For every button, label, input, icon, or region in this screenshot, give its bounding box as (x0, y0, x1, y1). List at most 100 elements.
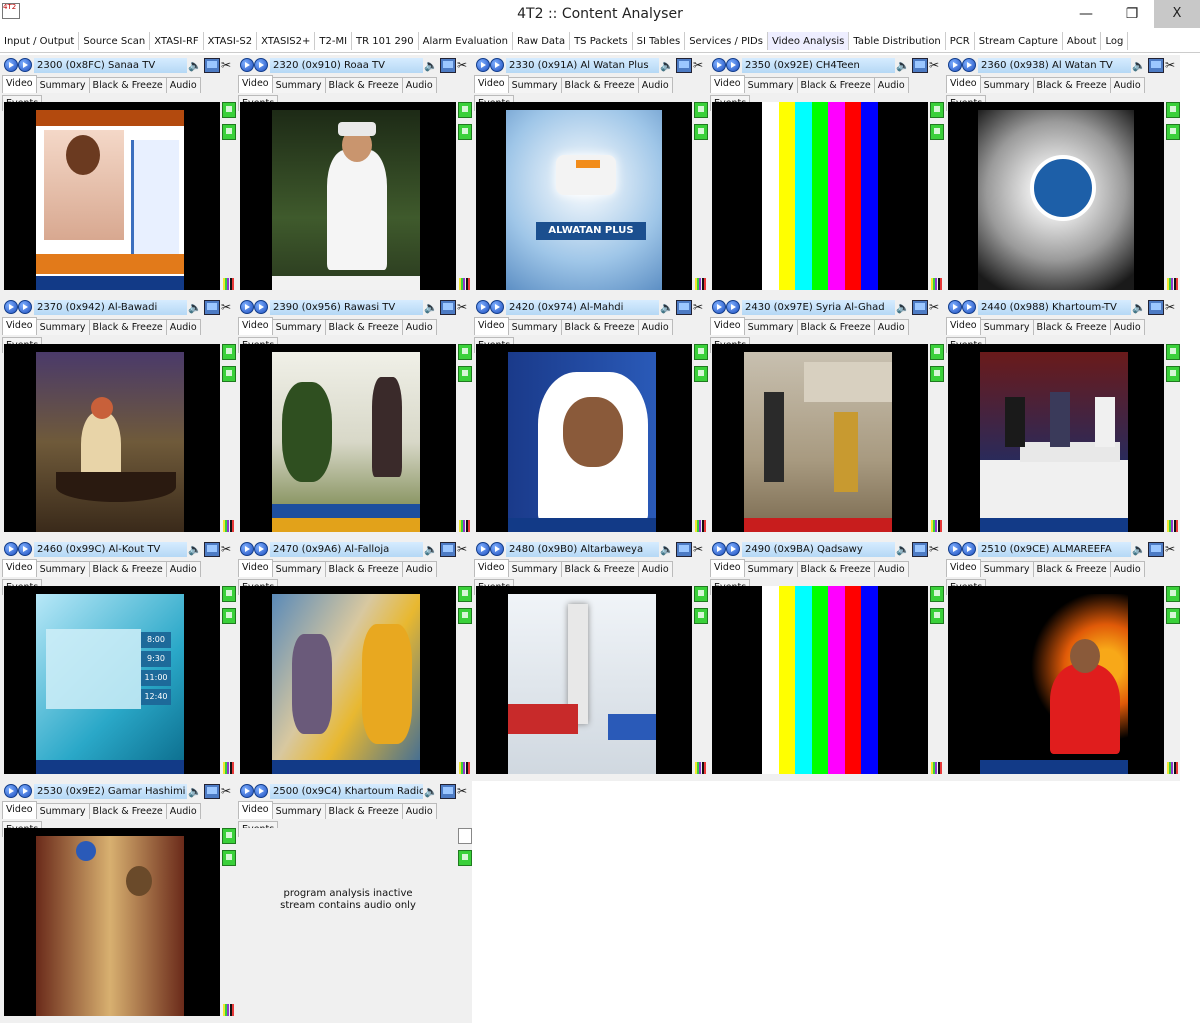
previous-button[interactable] (476, 58, 490, 72)
monitor-icon[interactable] (676, 542, 692, 557)
previous-button[interactable] (4, 784, 18, 798)
tab-audio[interactable]: Audio (1109, 77, 1145, 93)
next-button[interactable] (254, 58, 268, 72)
tab-xtasi-s2[interactable]: XTASI-S2 (204, 32, 258, 50)
tab-summary[interactable]: Summary (507, 319, 562, 335)
tab-video[interactable]: Video (2, 75, 37, 93)
speaker-icon[interactable]: 🔈 (424, 59, 438, 73)
monitor-icon[interactable] (440, 300, 456, 315)
tab-summary[interactable]: Summary (979, 319, 1034, 335)
previous-button[interactable] (240, 784, 254, 798)
tab-black-freeze[interactable]: Black & Freeze (1032, 319, 1111, 335)
next-button[interactable] (726, 542, 740, 556)
previous-button[interactable] (4, 542, 18, 556)
next-button[interactable] (490, 542, 504, 556)
tab-stream-capture[interactable]: Stream Capture (975, 32, 1063, 50)
tab-audio[interactable]: Audio (637, 77, 673, 93)
channel-title[interactable]: 2480 (0x9B0) Altarbaweya (506, 542, 659, 557)
speaker-icon[interactable]: 🔈 (424, 543, 438, 557)
tab-summary[interactable]: Summary (979, 561, 1034, 577)
tab-xtasis2[interactable]: XTASIS2+ (257, 32, 316, 50)
speaker-icon[interactable]: 🔈 (896, 543, 910, 557)
tab-audio[interactable]: Audio (401, 803, 437, 819)
speaker-icon[interactable]: 🔈 (1132, 301, 1146, 315)
tab-summary[interactable]: Summary (271, 77, 326, 93)
tools-icon[interactable]: ✂ (457, 300, 471, 314)
tools-icon[interactable]: ✂ (457, 542, 471, 556)
tab-audio[interactable]: Audio (637, 561, 673, 577)
next-button[interactable] (490, 58, 504, 72)
tab-video[interactable]: Video (946, 559, 981, 577)
tools-icon[interactable]: ✂ (1165, 58, 1179, 72)
speaker-icon[interactable]: 🔈 (188, 785, 202, 799)
next-button[interactable] (962, 300, 976, 314)
tab-black-freeze[interactable]: Black & Freeze (324, 803, 403, 819)
tools-icon[interactable]: ✂ (693, 542, 707, 556)
channel-title[interactable]: 2360 (0x938) Al Watan TV (978, 58, 1131, 73)
previous-button[interactable] (948, 300, 962, 314)
speaker-icon[interactable]: 🔈 (660, 543, 674, 557)
next-button[interactable] (726, 58, 740, 72)
tab-input-output[interactable]: Input / Output (0, 32, 80, 50)
previous-button[interactable] (712, 542, 726, 556)
speaker-icon[interactable]: 🔈 (1132, 59, 1146, 73)
close-button[interactable]: X (1154, 0, 1200, 28)
next-button[interactable] (962, 58, 976, 72)
monitor-icon[interactable] (440, 542, 456, 557)
tools-icon[interactable]: ✂ (457, 58, 471, 72)
speaker-icon[interactable]: 🔈 (896, 301, 910, 315)
tab-audio[interactable]: Audio (873, 561, 909, 577)
tab-audio[interactable]: Audio (873, 77, 909, 93)
tab-black-freeze[interactable]: Black & Freeze (324, 319, 403, 335)
speaker-icon[interactable]: 🔈 (188, 59, 202, 73)
tab-summary[interactable]: Summary (743, 77, 798, 93)
monitor-icon[interactable] (440, 58, 456, 73)
tab-audio[interactable]: Audio (165, 561, 201, 577)
monitor-icon[interactable] (204, 58, 220, 73)
monitor-icon[interactable] (204, 300, 220, 315)
tab-t2-mi[interactable]: T2-MI (315, 32, 353, 50)
tab-video[interactable]: Video (238, 559, 273, 577)
tab-video[interactable]: Video (2, 559, 37, 577)
tab-alarm-evaluation[interactable]: Alarm Evaluation (419, 32, 513, 50)
previous-button[interactable] (240, 542, 254, 556)
tab-summary[interactable]: Summary (35, 561, 90, 577)
next-button[interactable] (18, 300, 32, 314)
tools-icon[interactable]: ✂ (1165, 542, 1179, 556)
monitor-icon[interactable] (912, 542, 928, 557)
tab-si-tables[interactable]: SI Tables (633, 32, 686, 50)
speaker-icon[interactable]: 🔈 (660, 301, 674, 315)
next-button[interactable] (726, 300, 740, 314)
channel-title[interactable]: 2510 (0x9CE) ALMAREEFA (978, 542, 1131, 557)
monitor-icon[interactable] (1148, 542, 1164, 557)
channel-title[interactable]: 2490 (0x9BA) Qadsawy (742, 542, 895, 557)
tab-ts-packets[interactable]: TS Packets (570, 32, 633, 50)
monitor-icon[interactable] (204, 542, 220, 557)
tools-icon[interactable]: ✂ (457, 784, 471, 798)
tab-summary[interactable]: Summary (743, 561, 798, 577)
tools-icon[interactable]: ✂ (929, 58, 943, 72)
tab-log[interactable]: Log (1101, 32, 1129, 50)
previous-button[interactable] (712, 300, 726, 314)
tab-black-freeze[interactable]: Black & Freeze (796, 77, 875, 93)
previous-button[interactable] (712, 58, 726, 72)
tab-video[interactable]: Video (238, 801, 273, 819)
previous-button[interactable] (948, 58, 962, 72)
speaker-icon[interactable]: 🔈 (1132, 543, 1146, 557)
tab-source-scan[interactable]: Source Scan (79, 32, 151, 50)
tab-black-freeze[interactable]: Black & Freeze (1032, 77, 1111, 93)
previous-button[interactable] (4, 58, 18, 72)
channel-title[interactable]: 2440 (0x988) Khartoum-TV (978, 300, 1131, 315)
tab-black-freeze[interactable]: Black & Freeze (88, 803, 167, 819)
channel-title[interactable]: 2460 (0x99C) Al-Kout TV (34, 542, 187, 557)
tools-icon[interactable]: ✂ (929, 542, 943, 556)
monitor-icon[interactable] (1148, 300, 1164, 315)
tab-audio[interactable]: Audio (165, 803, 201, 819)
tab-summary[interactable]: Summary (507, 561, 562, 577)
tab-black-freeze[interactable]: Black & Freeze (88, 561, 167, 577)
channel-title[interactable]: 2350 (0x92E) CH4Teen (742, 58, 895, 73)
tab-black-freeze[interactable]: Black & Freeze (324, 77, 403, 93)
monitor-icon[interactable] (676, 58, 692, 73)
channel-title[interactable]: 2300 (0x8FC) Sanaa TV (34, 58, 187, 73)
tab-audio[interactable]: Audio (637, 319, 673, 335)
